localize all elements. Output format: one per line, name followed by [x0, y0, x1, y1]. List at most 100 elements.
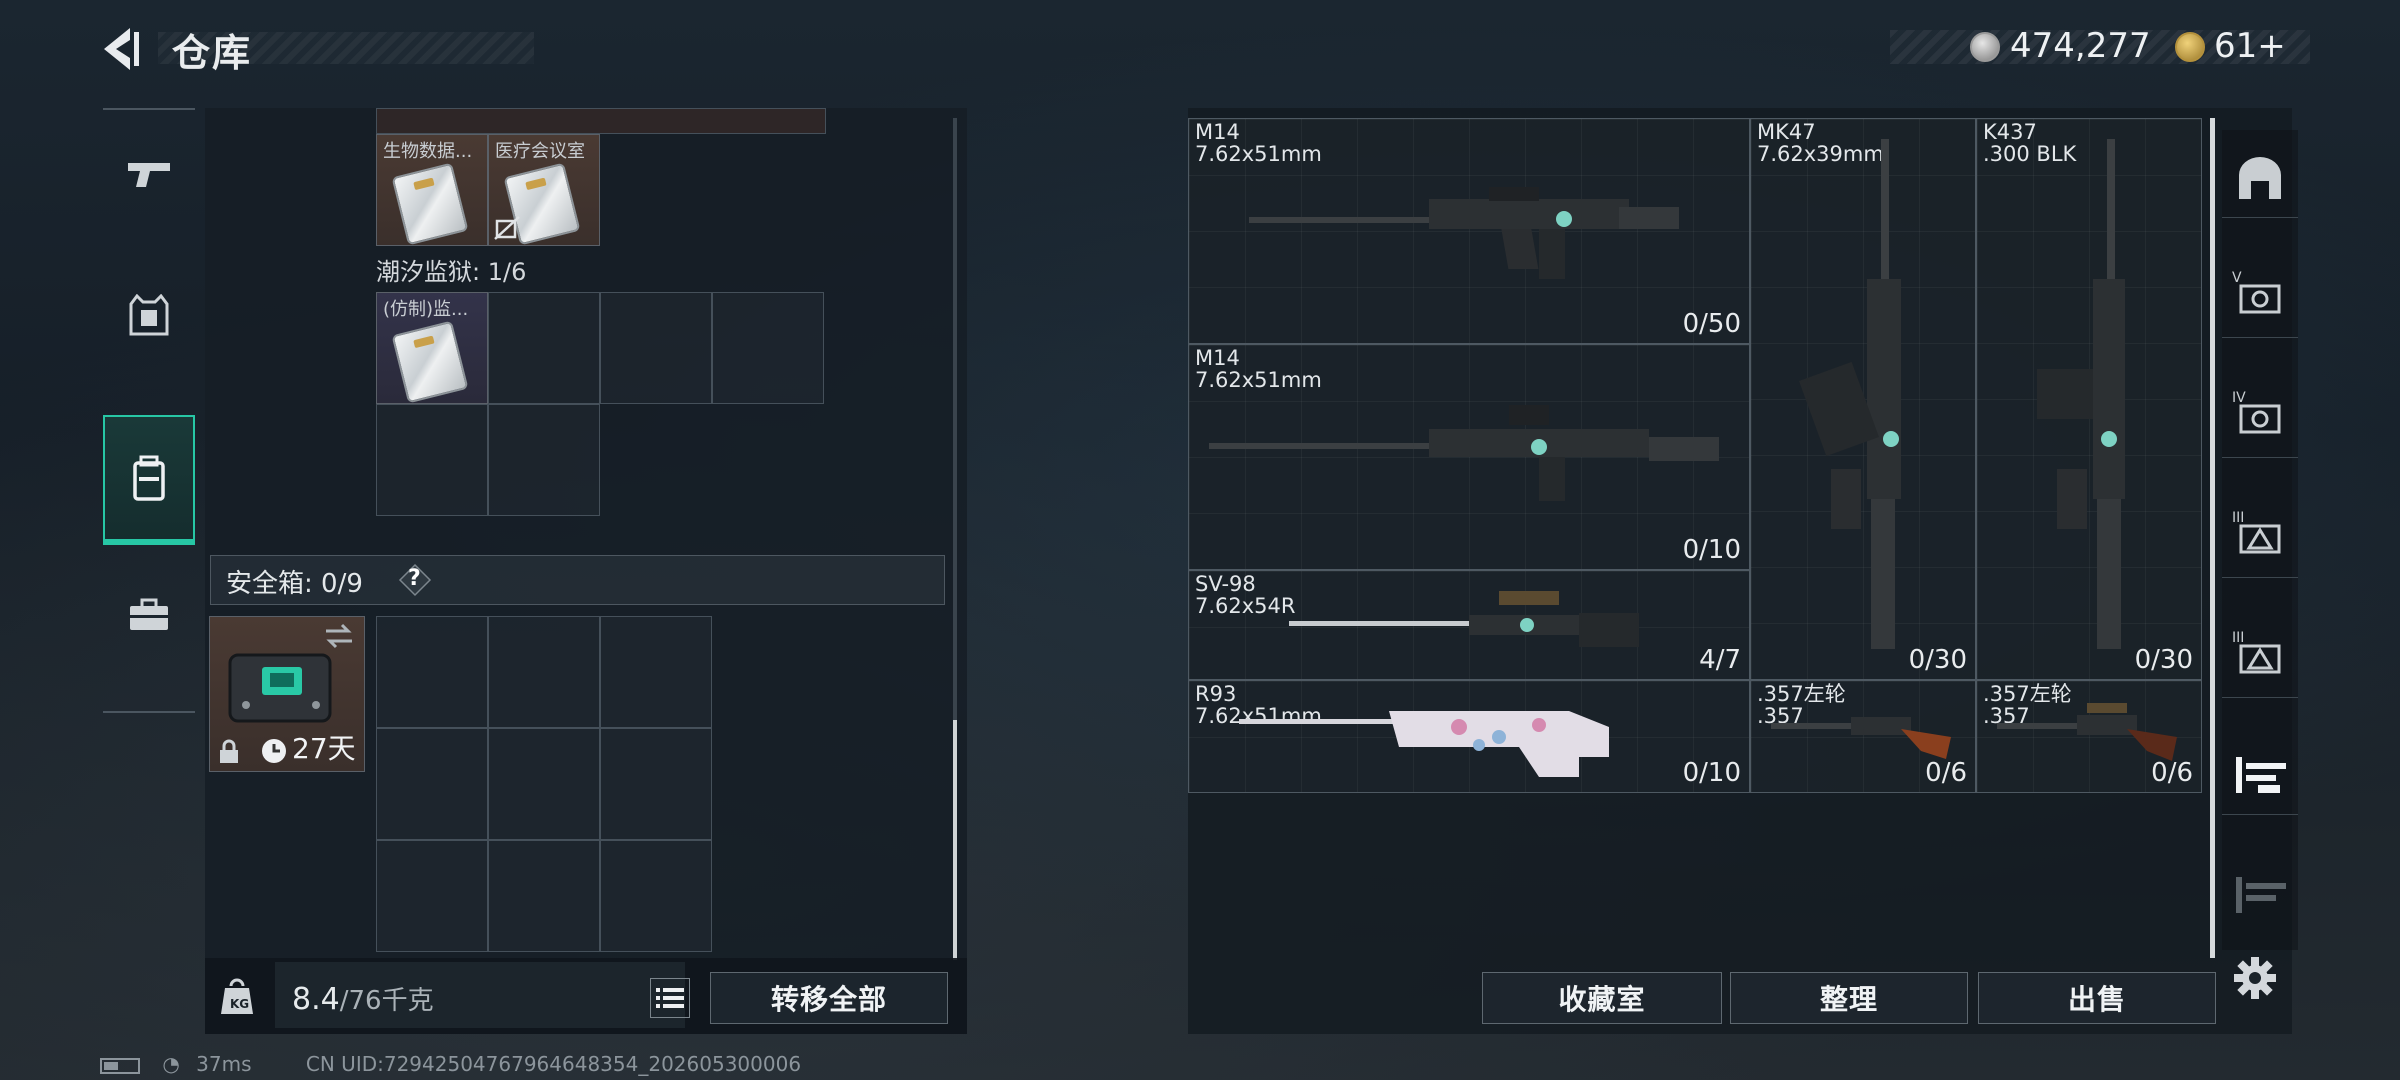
safebox-slot[interactable]: [488, 840, 600, 952]
weapon-slot-357-b[interactable]: .357左轮 .357 0/6: [1976, 680, 2202, 793]
back-arrow-icon: [104, 28, 139, 70]
weapon-count: 0/10: [1682, 535, 1741, 565]
tab-tier-label: III: [2232, 630, 2245, 646]
item-medical-room[interactable]: 医疗会议室: [488, 134, 600, 246]
sniper-rifle-icon: [1289, 591, 1639, 647]
safebox-label: 安全箱: 0/9: [226, 569, 363, 599]
status-bar: ◔ 37ms CN UID:7294250476796464835​4_2026…: [100, 1052, 801, 1076]
grid-slot[interactable]: [376, 404, 488, 516]
tab-tier-3-a[interactable]: III: [2222, 498, 2298, 578]
weapon-slot-m14-b[interactable]: M14 7.62x51mm 0/10: [1188, 344, 1750, 570]
weapon-count: 4/7: [1699, 645, 1741, 675]
weapon-slot-mk47[interactable]: MK47 7.62x39mm 0/30: [1750, 118, 1976, 680]
rifle-icon: [1249, 187, 1679, 279]
safebox-slot[interactable]: [600, 840, 712, 952]
page-title: 仓库: [172, 31, 253, 75]
weight-display: 8.4/76千克: [292, 980, 434, 1017]
rifle-vertical-icon: [2037, 139, 2125, 649]
armor-icon: [129, 294, 169, 336]
weapon-slot-sv98[interactable]: SV-98 7.62x54R 4/7: [1188, 570, 1750, 680]
rifle-icon: [1209, 405, 1719, 501]
tab-tier-label: IV: [2232, 390, 2246, 406]
grid-slot[interactable]: [600, 292, 712, 404]
tab-tier-label: V: [2232, 270, 2242, 286]
safebox-slot[interactable]: [488, 616, 600, 728]
tab-gate[interactable]: [2222, 138, 2298, 218]
weapon-slot-k437[interactable]: K437 .300 BLK 0/30: [1976, 118, 2202, 680]
keycard-icon: [391, 320, 469, 404]
silver-coin-icon: [1970, 32, 2000, 62]
help-button[interactable]: ?: [398, 563, 432, 597]
grid-slot[interactable]: [712, 292, 824, 404]
weapon-scrollbar[interactable]: [2210, 118, 2215, 958]
list-view-button[interactable]: [650, 978, 690, 1018]
grid-slot[interactable]: [488, 404, 600, 516]
back-button[interactable]: [100, 26, 148, 72]
swap-icon: [326, 623, 352, 649]
weapon-count: 0/30: [2134, 645, 2193, 675]
weapon-count: 0/50: [1682, 309, 1741, 339]
item-label: 生物数据...: [383, 141, 473, 162]
weapon-name: SV-98 7.62x54R: [1195, 572, 1296, 618]
clock-icon: [262, 739, 286, 763]
nav-case[interactable]: [103, 550, 195, 680]
safebox-slot[interactable]: [376, 616, 488, 728]
nav-backpack[interactable]: [103, 415, 195, 545]
lock-icon: [220, 739, 238, 763]
currency-primary: 474,277: [2010, 26, 2151, 66]
item-fake-prison-card[interactable]: (仿制)监...: [376, 292, 488, 404]
item-label: 医疗会议室: [495, 141, 585, 162]
collection-room-button[interactable]: 收藏室: [1482, 972, 1722, 1024]
backpack-icon: [133, 455, 165, 501]
item-bio-data[interactable]: 生物数据...: [376, 134, 488, 246]
keycard-icon: [391, 162, 469, 246]
safebox-slot[interactable]: [376, 840, 488, 952]
weapon-count: 0/6: [1925, 758, 1967, 788]
settings-button[interactable]: [2232, 955, 2278, 1001]
item-row-partial: [376, 108, 826, 134]
weapon-slot-r93[interactable]: R93 7.62x51mm 0/10: [1188, 680, 1750, 793]
tab-tier-4[interactable]: IV: [2222, 378, 2298, 458]
transfer-all-button[interactable]: 转移全部: [710, 972, 948, 1024]
currency-secondary[interactable]: 61+: [2214, 26, 2286, 66]
safebox-slot[interactable]: [376, 728, 488, 840]
item-label: (仿制)监...: [383, 299, 469, 320]
tab-tier-5[interactable]: V: [2222, 258, 2298, 338]
tab-tier-3-b[interactable]: III: [2222, 618, 2298, 698]
left-category-nav: [103, 108, 195, 713]
list-icon: [656, 988, 684, 1008]
safebox-slot[interactable]: [600, 616, 712, 728]
ping-value: 37ms: [196, 1052, 252, 1076]
ammo-box-icon: [2239, 284, 2281, 313]
safebox-slot[interactable]: [488, 728, 600, 840]
grid-slot[interactable]: [488, 292, 600, 404]
weapon-slot-357-a[interactable]: .357左轮 .357 0/6: [1750, 680, 1976, 793]
weapon-count: 0/6: [2151, 758, 2193, 788]
kg-weight-icon: KG: [221, 978, 253, 1014]
nav-weapons[interactable]: [103, 110, 195, 240]
tab-tier-label: III: [2232, 510, 2245, 526]
sell-button[interactable]: 出售: [1978, 972, 2216, 1024]
safebox-slot[interactable]: [600, 728, 712, 840]
weight-max: /76千克: [339, 986, 434, 1016]
tab-weapons-alt[interactable]: [2222, 855, 2298, 935]
sniper-rifle-icon: [1239, 711, 1609, 777]
organize-button[interactable]: 整理: [1730, 972, 1968, 1024]
wifi-icon: ◔: [162, 1052, 180, 1076]
weapon-slot-m14-a[interactable]: M14 7.62x51mm 0/50: [1188, 118, 1750, 344]
no-transfer-icon: [494, 216, 520, 240]
nav-armor[interactable]: [103, 250, 195, 380]
tab-weapons-active[interactable]: [2222, 735, 2298, 815]
gold-coin-icon: [2175, 32, 2205, 62]
weapon-count: 0/30: [1908, 645, 1967, 675]
help-label: ?: [408, 566, 421, 591]
backpack-scrollbar-thumb[interactable]: [953, 720, 957, 960]
safebox-container[interactable]: 27天: [209, 616, 365, 772]
prison-section-label: 潮汐监狱: 1/6: [376, 258, 527, 286]
weapon-count: 0/10: [1682, 758, 1741, 788]
weight-icon: KG: [219, 978, 255, 1016]
gear-icon: [2234, 957, 2276, 999]
arch-icon: [2239, 156, 2281, 199]
weapon-rack-icon: [2236, 877, 2286, 913]
safebox-timer: 27天: [292, 732, 356, 765]
